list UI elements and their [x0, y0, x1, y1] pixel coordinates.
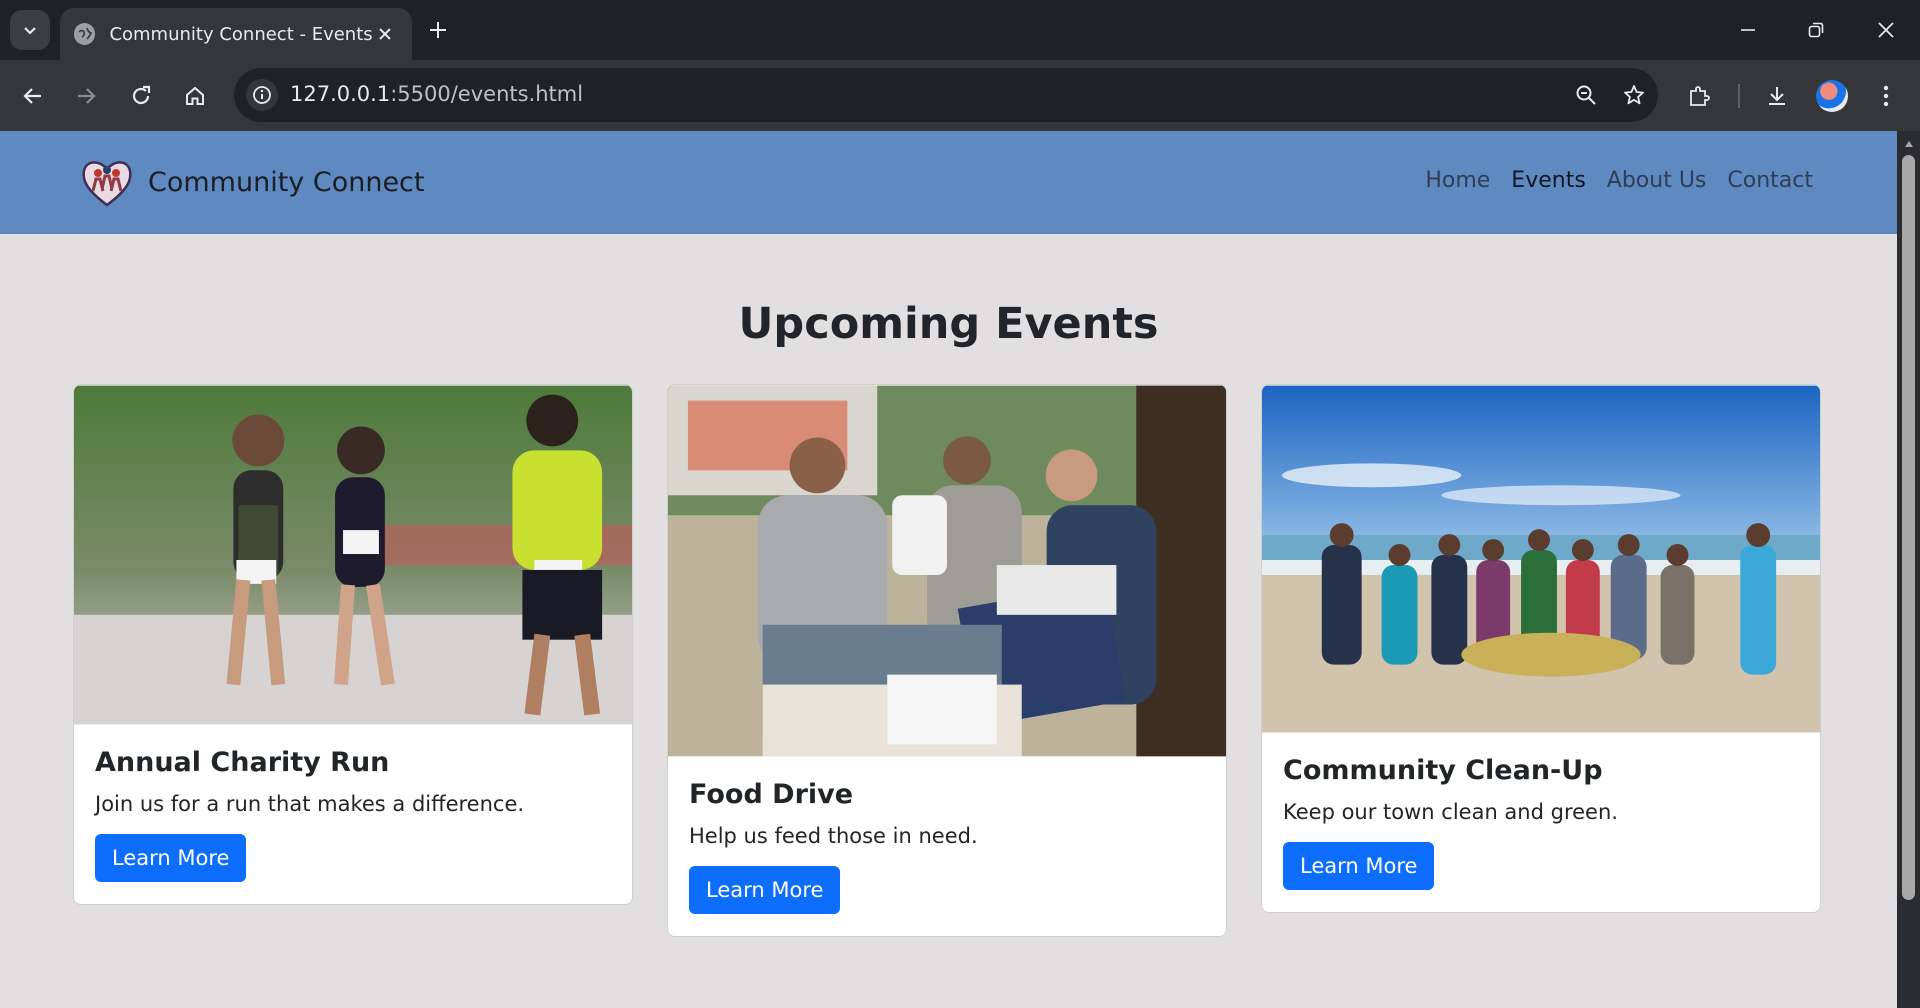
card-text: Help us feed those in need.: [689, 824, 978, 848]
forward-icon[interactable]: [67, 77, 105, 115]
brand-name: Community Connect: [148, 166, 425, 198]
nav-events[interactable]: Events: [1511, 168, 1586, 193]
chevron-down-icon: [24, 27, 36, 35]
profile-avatar[interactable]: [1816, 80, 1848, 112]
page-viewport: Community Connect Home Events About Us C…: [0, 131, 1897, 1008]
nav-home[interactable]: Home: [1425, 168, 1490, 193]
card-body: Annual Charity Run Join us for a run tha…: [74, 725, 632, 904]
card-title: Annual Charity Run: [95, 747, 390, 778]
url-text[interactable]: 127.0.0.1:5500/events.html: [290, 82, 583, 106]
learn-more-button[interactable]: Learn More: [689, 866, 841, 914]
scroll-up-arrow-icon[interactable]: [1897, 135, 1920, 153]
brand[interactable]: Community Connect: [78, 153, 425, 211]
site-info-icon[interactable]: [246, 79, 278, 111]
browser-toolbar: 127.0.0.1:5500/events.html: [0, 60, 1920, 131]
address-bar[interactable]: 127.0.0.1:5500/events.html: [234, 68, 1658, 122]
card-text: Keep our town clean and green.: [1283, 800, 1618, 824]
card-text: Join us for a run that makes a differenc…: [95, 792, 525, 816]
page-scrollbar[interactable]: [1897, 131, 1920, 1008]
event-card-clean-up: Community Clean-Up Keep our town clean a…: [1261, 384, 1821, 913]
toolbar-divider: [1738, 84, 1740, 108]
browser-tab[interactable]: Community Connect - Events: [60, 8, 412, 60]
back-icon[interactable]: [14, 77, 52, 115]
menu-kebab-icon[interactable]: [1867, 77, 1905, 115]
event-card-food-drive: Food Drive Help us feed those in need. L…: [667, 384, 1227, 937]
runners-photo: [74, 385, 632, 725]
beach-cleanup-photo: [1262, 385, 1820, 733]
scrollbar-thumb[interactable]: [1902, 155, 1915, 900]
card-body: Community Clean-Up Keep our town clean a…: [1262, 733, 1820, 912]
community-logo-icon: [82, 161, 132, 207]
minimize-icon[interactable]: [1714, 0, 1782, 60]
reload-icon[interactable]: [122, 77, 160, 115]
event-card-charity-run: Annual Charity Run Join us for a run tha…: [73, 384, 633, 905]
tab-search-button[interactable]: [10, 10, 50, 50]
extensions-icon[interactable]: [1680, 77, 1718, 115]
main-nav: Home Events About Us Contact: [1425, 168, 1813, 193]
learn-more-button[interactable]: Learn More: [1283, 842, 1435, 890]
download-icon[interactable]: [1758, 77, 1796, 115]
nav-about-us[interactable]: About Us: [1607, 168, 1707, 193]
page-title: Upcoming Events: [738, 299, 1159, 349]
close-window-icon[interactable]: [1852, 0, 1920, 60]
nav-contact[interactable]: Contact: [1727, 168, 1813, 193]
home-icon[interactable]: [176, 77, 214, 115]
tab-title: Community Connect - Events: [109, 23, 373, 45]
globe-icon: [74, 23, 96, 45]
learn-more-button[interactable]: Learn More: [95, 834, 247, 882]
restore-icon[interactable]: [1782, 0, 1850, 60]
browser-tabstrip: Community Connect - Events: [0, 0, 1920, 60]
new-tab-icon[interactable]: [420, 12, 456, 48]
url-host: 127.0.0.1: [290, 82, 391, 106]
card-title: Food Drive: [689, 779, 854, 810]
site-navbar: Community Connect Home Events About Us C…: [0, 131, 1897, 234]
zoom-icon[interactable]: [1570, 79, 1602, 111]
card-title: Community Clean-Up: [1283, 755, 1603, 786]
bookmark-star-icon[interactable]: [1618, 79, 1650, 111]
url-path: :5500/events.html: [390, 82, 584, 106]
close-tab-icon[interactable]: [373, 21, 398, 47]
food-donation-photo: [668, 385, 1226, 757]
card-body: Food Drive Help us feed those in need. L…: [668, 757, 1226, 936]
